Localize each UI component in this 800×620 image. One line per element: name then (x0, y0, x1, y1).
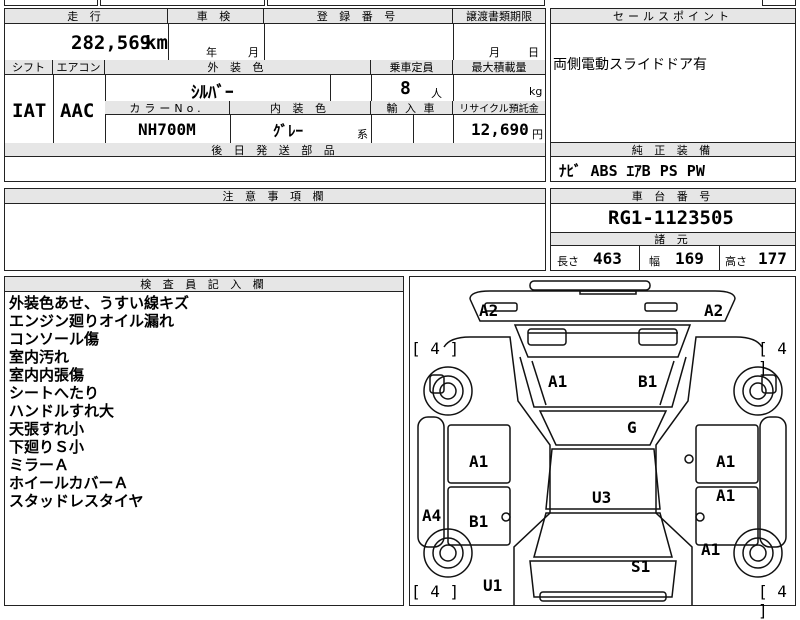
code-right-door: A1 (716, 486, 736, 505)
inspection-year: 年 (206, 46, 217, 59)
caution-header: 注 意 事 項 欄 (5, 189, 545, 204)
code-right-rear: A1 (701, 540, 721, 559)
transfer-header: 譲渡書類期限 (453, 9, 545, 24)
code-roof: U3 (592, 488, 612, 507)
color-no-value: NH700M (138, 120, 196, 139)
transfer-day: 日 (528, 46, 539, 59)
inspection-header: 車 検 (168, 9, 264, 24)
max-load-label: 最大積載量 (453, 60, 545, 75)
inspector-note: ミラーＡ (9, 456, 70, 474)
interior-color-value: ｸﾞﾚｰ (273, 122, 304, 140)
code-hood-right: B1 (638, 372, 658, 391)
shift-label: シフト (5, 60, 53, 75)
inspector-note: 外装色あせ、うすい線キズ (9, 294, 190, 312)
code-front-right: A2 (704, 301, 724, 320)
inspector-note: シートへたり (9, 384, 100, 402)
code-rear-center: S1 (631, 557, 651, 576)
width-value: 169 (675, 249, 704, 268)
inspector-note: スタッドレスタイヤ (9, 492, 144, 510)
shift-value: IAT (12, 100, 47, 122)
exterior-color-label: 外 装 色 (105, 60, 371, 75)
dimensions-header: 諸 元 (551, 232, 795, 246)
top-strip-right (267, 0, 545, 6)
inspector-note: ホイールカバーＡ (9, 474, 129, 492)
code-rear-left: U1 (483, 576, 503, 595)
chassis-header: 車 台 番 号 (551, 189, 795, 204)
inspector-header: 検 査 員 記 入 欄 (5, 277, 403, 292)
equipment-items: ﾅﾋﾞ ABS ｴｱB PS PW (559, 162, 705, 180)
top-strip-left (4, 0, 98, 6)
equipment-header: 純 正 装 備 (551, 143, 795, 157)
recycle-unit: 円 (532, 128, 543, 141)
sales-point-text: 両側電動スライドドア有 (553, 57, 707, 73)
interior-color-suffix: 系 (357, 128, 368, 141)
sales-point-header: セールスポイント (551, 9, 795, 24)
tire-bracket-front-left: [ 4 ] (411, 339, 460, 358)
max-load-unit: kg (529, 85, 543, 98)
code-left-door: B1 (469, 512, 489, 531)
import-label: 輸 入 車 (371, 101, 453, 115)
registration-header: 登 録 番 号 (264, 9, 453, 24)
inspector-note: 天張すれ小 (9, 420, 85, 438)
parts-header: 後 日 発 送 部 品 (5, 143, 545, 157)
inspector-note: 室内内張傷 (9, 366, 85, 384)
tire-bracket-rear-left: [ 4 ] (411, 582, 460, 601)
caution-panel: 注 意 事 項 欄 (4, 188, 546, 271)
aircon-label: エアコン (53, 60, 105, 75)
chassis-panel: 車 台 番 号 RG1-1123505 諸 元 長さ 463 幅 169 高さ … (550, 188, 796, 271)
code-hood-left: A1 (548, 372, 568, 391)
inspector-note: コンソール傷 (9, 330, 100, 348)
code-right-fender: A1 (716, 452, 736, 471)
inspector-notes: 外装色あせ、うすい線キズ エンジン廻りオイル漏れ コンソール傷 室内汚れ 室内内… (9, 294, 189, 510)
code-left-fender: A1 (469, 452, 489, 471)
equipment-panel: 純 正 装 備 ﾅﾋﾞ ABS ｴｱB PS PW (550, 142, 796, 182)
interior-color-label: 内 装 色 (230, 101, 371, 115)
sales-point-panel: セールスポイント 両側電動スライドドア有 (550, 8, 796, 144)
code-left-side: A4 (422, 506, 442, 525)
vehicle-info-table: 走 行 車 検 登 録 番 号 譲渡書類期限 282,569 km 年 月 月 … (4, 8, 546, 182)
top-strip-mid (100, 0, 265, 6)
car-diagram (417, 280, 787, 605)
code-front-left: A2 (479, 301, 499, 320)
height-value: 177 (758, 249, 787, 268)
car-diagram-panel: A2 A2 A1 B1 G A1 A1 U3 A1 A4 B1 A1 S1 U1… (409, 276, 796, 620)
inspector-note: 室内汚れ (9, 348, 70, 366)
width-label: 幅 (649, 255, 660, 268)
mileage-value: 282,569 (71, 32, 152, 54)
height-label: 高さ (725, 255, 747, 268)
length-value: 463 (593, 249, 622, 268)
capacity-value: 8 (400, 78, 411, 99)
transfer-month: 月 (489, 46, 500, 59)
length-label: 長さ (557, 255, 579, 268)
recycle-value: 12,690 (471, 120, 529, 139)
inspector-note: 下廻りＳ小 (9, 438, 85, 456)
chassis-value: RG1-1123505 (608, 207, 734, 229)
tire-bracket-rear-right: [ 4 ] (758, 582, 787, 620)
inspector-note: エンジン廻りオイル漏れ (9, 312, 175, 330)
mileage-unit: km (145, 32, 168, 54)
mileage-header: 走 行 (5, 9, 168, 24)
inspector-note: ハンドルすれ大 (9, 402, 115, 420)
recycle-label: リサイクル預託金 (453, 101, 545, 115)
aircon-value: AAC (60, 100, 95, 122)
tire-bracket-front-right: [ 4 ] (758, 339, 787, 377)
top-strip-far (762, 0, 796, 6)
color-no-label: カラーNo. (105, 101, 230, 115)
inspector-panel: 検 査 員 記 入 欄 外装色あせ、うすい線キズ エンジン廻りオイル漏れ コンソ… (4, 276, 404, 606)
code-windshield: G (627, 418, 637, 437)
capacity-label: 乗車定員 (371, 60, 453, 75)
inspection-month: 月 (248, 46, 259, 59)
